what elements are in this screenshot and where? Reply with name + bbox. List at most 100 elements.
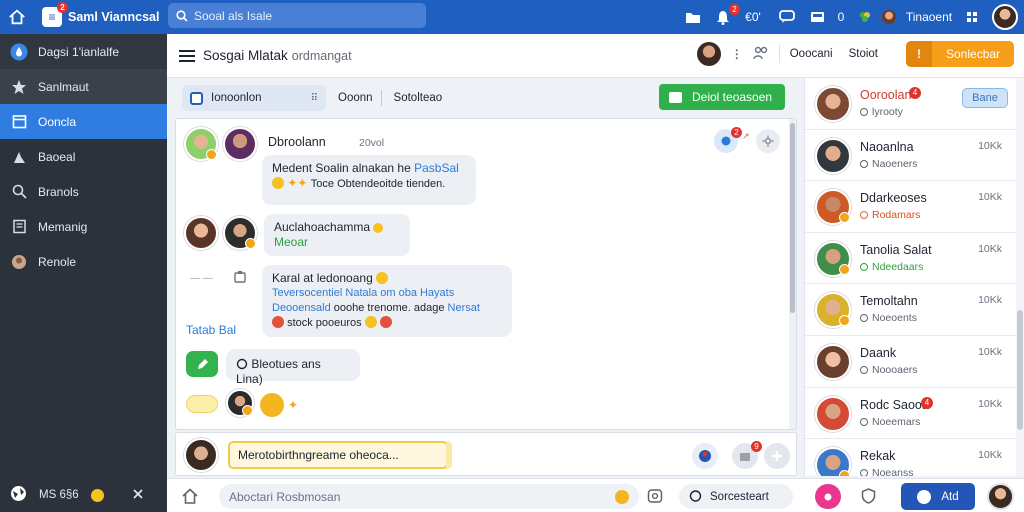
avatar[interactable] <box>815 395 851 432</box>
app-name: Saml Vianncsal <box>68 10 160 24</box>
globe-icon[interactable] <box>692 443 718 469</box>
shield-icon[interactable] <box>861 488 876 507</box>
bell-icon[interactable]: 2 <box>710 0 740 34</box>
apps-grid-icon[interactable] <box>958 0 986 34</box>
avatar[interactable] <box>223 127 257 161</box>
contact-item[interactable]: Tanolia Salat Ndeedaars 10Kk <box>805 233 1016 285</box>
sidebar-item-ooncla[interactable]: Ooncla <box>0 104 167 139</box>
contact-name: Rekak <box>860 449 896 464</box>
contact-item[interactable]: Ooroolan 4 lyrooty Bane <box>805 78 1016 130</box>
user-small-avatar[interactable] <box>878 0 900 34</box>
sidebar-item-branols[interactable]: Branols <box>0 174 167 209</box>
avatar[interactable] <box>184 438 218 472</box>
profile-avatar[interactable] <box>986 0 1024 34</box>
contact-time: 10Kk <box>978 397 1002 410</box>
message-link[interactable]: Natala om oba Hayats <box>345 287 454 299</box>
sidebar-item-dagsi[interactable]: Dagsi 1'ianlalfe <box>0 34 167 69</box>
thread-meta: 20vol <box>359 137 385 149</box>
message-input[interactable] <box>228 441 448 469</box>
contact-item[interactable]: Ddarkeoses Rodamars 10Kk <box>805 181 1016 233</box>
chat-bubble-icon[interactable] <box>770 0 804 34</box>
global-search[interactable] <box>168 3 426 28</box>
sidebar-item-renole[interactable]: Renole <box>0 244 167 279</box>
search-input[interactable] <box>194 8 414 23</box>
follow-button[interactable]: Bane <box>962 88 1008 108</box>
chat-feed[interactable]: Dbroolann 20vol 2 ↗ Medent Soalin alnaka… <box>175 118 797 430</box>
view-selector[interactable]: Ionoonlon ⠿ <box>182 85 326 111</box>
arrow-icon: ↗ <box>742 131 750 141</box>
profile-avatar[interactable] <box>987 483 1014 510</box>
app-brand[interactable]: ≡ 2 Saml Vianncsal <box>42 2 160 27</box>
water-drop-icon <box>10 43 28 61</box>
message-link[interactable]: Deooensald <box>272 302 331 314</box>
more-vertical-icon[interactable]: ⋮ <box>731 47 743 61</box>
sidebar-item-sanlmaut[interactable]: Sanlmaut <box>0 69 167 104</box>
contacts-scrollbar[interactable] <box>1016 78 1024 476</box>
status-icon <box>860 365 868 374</box>
contact-item[interactable]: Temoltahn Noeoents 10Kk <box>805 284 1016 336</box>
people-icon[interactable] <box>753 46 769 63</box>
add-icon[interactable] <box>764 443 790 469</box>
contact-item[interactable]: Rekak Noeanss 10Kk <box>805 439 1016 476</box>
reaction-button[interactable]: 2 <box>714 127 742 153</box>
sidebar-item-memanig[interactable]: Memanig <box>0 209 167 244</box>
contact-item[interactable]: Daank Noooaers 10Kk <box>805 336 1016 388</box>
attachment-icon[interactable] <box>234 270 246 286</box>
avatar[interactable] <box>184 216 218 250</box>
compose-icon[interactable] <box>186 351 218 377</box>
message-bubble[interactable]: Bleotues ans Lina) <box>226 349 360 386</box>
message-bubble[interactable]: Auclahoachamma Meoar <box>264 214 410 256</box>
avatar[interactable] <box>815 86 851 122</box>
avatar[interactable] <box>226 389 254 417</box>
heart-icon[interactable] <box>815 484 841 509</box>
emoji-icon[interactable] <box>615 490 629 504</box>
emoji-icon[interactable] <box>260 393 284 417</box>
comment-icon <box>236 357 248 371</box>
avatar[interactable] <box>815 343 851 380</box>
contact-time: 10Kk <box>978 294 1002 307</box>
avatar[interactable] <box>223 216 257 250</box>
header-label-stoiot[interactable]: Stoiot <box>849 48 878 60</box>
bottom-message-input[interactable] <box>219 484 639 509</box>
menu-icon[interactable] <box>179 47 195 65</box>
message-link[interactable]: Nersat <box>448 302 480 314</box>
side-label[interactable]: Tatab Bal <box>186 323 236 337</box>
sidebar-item-baoeal[interactable]: Baoeal <box>0 139 167 174</box>
avatar[interactable] <box>815 240 851 277</box>
attach-icon[interactable]: 9 <box>732 441 762 469</box>
image-icon[interactable] <box>647 488 663 507</box>
avatar[interactable] <box>815 189 851 226</box>
smiley-icon[interactable] <box>90 488 104 502</box>
contact-item[interactable]: Naoanlna Naoeners 10Kk <box>805 130 1016 182</box>
home-icon[interactable] <box>0 0 34 34</box>
sidebar-expand-icon[interactable] <box>132 488 144 503</box>
primary-action-button[interactable]: Deiol teoasoen <box>659 84 785 110</box>
message-bubble[interactable]: Karal at ledonoang Teversocentiel Natala… <box>262 265 512 337</box>
globe-icon[interactable] <box>10 485 27 505</box>
toolbar-item-ooonn[interactable]: Ooonn <box>338 92 373 104</box>
header-avatar[interactable] <box>696 42 721 66</box>
inbox-icon[interactable] <box>804 0 830 34</box>
chat-toolbar: Ionoonlon ⠿ Ooonn Sotolteao Deiol teoaso… <box>175 80 797 116</box>
chat-scrollbar[interactable] <box>789 119 796 429</box>
settings-icon[interactable] <box>756 129 780 153</box>
avatar[interactable] <box>815 292 851 329</box>
connect-button[interactable]: ! Sonlecbar <box>906 41 1014 67</box>
header-label-ooocani[interactable]: Ooocani <box>790 48 833 60</box>
clover-icon[interactable] <box>852 0 878 34</box>
share-button[interactable]: Atd <box>901 483 975 510</box>
avatar[interactable] <box>815 137 851 174</box>
avatar[interactable] <box>184 127 218 161</box>
user-name[interactable]: Tinaoent <box>900 0 958 34</box>
toolbar-item-sotolteao[interactable]: Sotolteao <box>394 92 443 104</box>
avatar[interactable] <box>815 447 851 476</box>
message-link[interactable]: Teversocentiel <box>272 287 342 299</box>
folder-icon[interactable] <box>676 0 710 34</box>
face-icon <box>10 253 28 271</box>
contact-item[interactable]: Rodc Saooa 4 Noeemars 10Kk <box>805 388 1016 440</box>
thread-author[interactable]: Dbroolann <box>268 135 326 149</box>
home-icon[interactable] <box>181 487 199 508</box>
message-link[interactable]: PasbSal <box>414 161 459 175</box>
bottom-search[interactable]: Sorcesteart <box>679 484 793 509</box>
message-bubble[interactable]: Medent Soalin alnakan he PasbSal ✦✦ Toce… <box>262 155 476 205</box>
